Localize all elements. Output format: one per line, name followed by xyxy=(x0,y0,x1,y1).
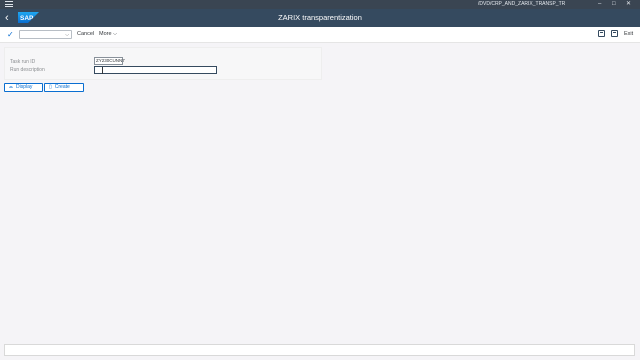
display-label: Display xyxy=(15,84,33,90)
create-label: Create xyxy=(54,84,70,90)
chevron-down-icon[interactable]: ⌵ xyxy=(65,31,69,39)
selection-form xyxy=(4,47,322,80)
transaction-path: /DVD/CRP_AND_ZARIX_TRANSP_TR xyxy=(478,1,566,7)
exit-button[interactable]: Exit xyxy=(624,31,633,37)
application-toolbar: ✓ ⌵ Cancel More ⌵ Exit xyxy=(0,27,640,43)
close-window-icon[interactable]: ✕ xyxy=(626,1,631,8)
chevron-down-icon: ⌵ xyxy=(113,31,117,37)
text-cursor xyxy=(102,67,103,74)
shell-header: ‹ SAP ZARIX transparentization xyxy=(0,9,640,27)
display-button[interactable]: ⌓ Display xyxy=(4,83,43,92)
create-document-icon: ▯ xyxy=(49,84,52,90)
create-button[interactable]: ▯ Create xyxy=(44,83,84,92)
cancel-button[interactable]: Cancel xyxy=(77,31,94,37)
page-title: ZARIX transparentization xyxy=(278,13,362,22)
hamburger-menu-icon[interactable] xyxy=(5,1,13,8)
window-titlebar: /DVD/CRP_AND_ZARIX_TRANSP_TR – □ ✕ xyxy=(0,0,640,9)
customize-layout-icon[interactable] xyxy=(598,30,605,37)
command-field-select[interactable]: ⌵ xyxy=(19,30,72,39)
run-description-label: Run description xyxy=(10,67,45,73)
print-icon[interactable] xyxy=(611,30,618,37)
more-label: More xyxy=(99,31,112,37)
minimize-icon[interactable]: – xyxy=(598,1,601,8)
status-bar xyxy=(4,344,635,356)
glasses-icon: ⌓ xyxy=(9,84,13,90)
task-run-id-label: Task run ID xyxy=(10,59,36,65)
task-run-id-input[interactable]: ZY230CUNN7 xyxy=(94,57,125,65)
checkmark-icon[interactable]: ✓ xyxy=(7,30,14,39)
maximize-icon[interactable]: □ xyxy=(612,1,616,8)
more-button[interactable]: More ⌵ xyxy=(99,31,117,37)
run-description-input[interactable] xyxy=(94,66,217,74)
